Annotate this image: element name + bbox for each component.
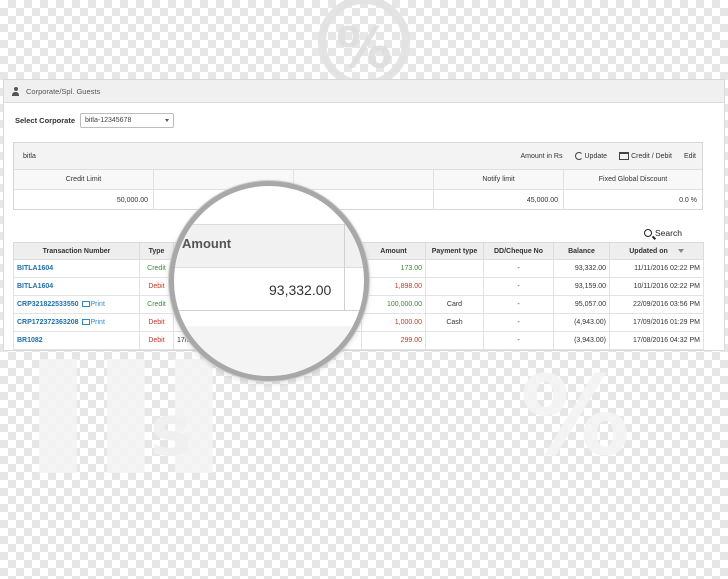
limits-header: Notify limit (434, 170, 564, 190)
txn-cell: BITLA1604 (13, 277, 140, 296)
cheque-cell: - (483, 277, 554, 296)
corporate-select-value: bitla-12345678 (85, 117, 132, 124)
bars-watermark: ▌▌▌ (40, 360, 249, 472)
cheque-cell: - (483, 259, 554, 278)
magnified-background (174, 326, 364, 376)
amount-in-label: Amount in Rs (520, 152, 563, 160)
search-button[interactable]: Search (644, 228, 682, 238)
column-header[interactable]: DD/Cheque No (483, 242, 554, 260)
limits-value: 50,000.00 (14, 190, 154, 210)
type-cell: Debit (139, 331, 174, 350)
user-icon (11, 86, 20, 96)
chevron-down-icon (165, 119, 170, 122)
corporate-selector-row: Select Corporate bitla-12345678 (15, 113, 175, 128)
print-link[interactable]: Print (81, 301, 105, 308)
print-link[interactable]: Print (81, 319, 105, 326)
percent-badge-watermark: % (318, 0, 410, 88)
txn-cell: CRP172372363208 Print (13, 313, 140, 332)
printer-icon (81, 319, 90, 326)
cheque-cell: - (483, 331, 554, 350)
limits-value: 0.0 % (679, 196, 697, 204)
txn-link[interactable]: CRP172372363208 (17, 319, 79, 326)
print-label: Print (90, 319, 105, 326)
payment-type-cell (425, 277, 484, 296)
balance-cell: (3,943.00) (553, 331, 610, 350)
balance-cell: (4,943.00) (553, 313, 610, 332)
search-label: Search (655, 228, 682, 238)
amount-cell: 299.00 (361, 331, 426, 350)
percent-watermark: % (520, 352, 631, 480)
corporate-guests-panel: Corporate/Spl. Guests Select Corporate b… (3, 79, 725, 381)
column-header[interactable]: Balance (553, 242, 610, 260)
amount-cell: 173.00 (361, 259, 426, 278)
update-button[interactable]: Update (574, 152, 608, 160)
updated-on-cell: 10/11/2016 02:22 PM (609, 277, 704, 296)
txn-link[interactable]: CRP321822533550 (17, 301, 79, 308)
credit-debit-label: Credit / Debit (631, 152, 672, 160)
limits-header: Fixed Global Discount (564, 170, 702, 190)
magnified-divider (344, 224, 345, 310)
magnified-amount-value: 93,332.00 (269, 282, 332, 298)
updated-on-cell: 11/11/2016 02:22 PM (609, 259, 704, 278)
txn-cell: BR1082 (13, 331, 140, 350)
txn-link[interactable]: BITLA1604 (17, 265, 53, 272)
payment-type-cell: Card (425, 295, 484, 314)
column-header-label: Updated on (629, 247, 668, 255)
limits-header: Credit Limit (14, 170, 154, 190)
payment-type-cell (425, 259, 484, 278)
balance-cell: 93,159.00 (553, 277, 610, 296)
txn-link[interactable]: BR1082 (17, 337, 43, 344)
credit-debit-button[interactable]: Credit / Debit (619, 152, 672, 160)
type-cell: Credit (139, 295, 174, 314)
panel-header: Corporate/Spl. Guests (4, 80, 724, 103)
search-icon (644, 229, 652, 237)
column-header[interactable]: Type (139, 242, 174, 260)
column-header[interactable]: Amount (361, 242, 426, 260)
magnified-divider (174, 310, 364, 311)
payment-type-cell: Cash (425, 313, 484, 332)
limits-toolbar: bitla Amount in Rs Update Credit / Debit… (14, 143, 702, 170)
updated-on-cell: 17/08/2016 04:32 PM (609, 331, 704, 350)
amount-cell: 1,898.00 (361, 277, 426, 296)
corporate-select[interactable]: bitla-12345678 (80, 113, 175, 128)
updated-on-cell: 17/09/2016 01:29 PM (609, 313, 704, 332)
txn-cell: BITLA1604 (13, 259, 140, 278)
payment-type-cell (425, 331, 484, 350)
column-header[interactable]: Payment type (425, 242, 484, 260)
amount-cell: 1,000.00 (361, 313, 426, 332)
magnified-amount-label: Amount (182, 236, 232, 251)
limits-value: 45,000.00 (434, 190, 564, 210)
select-corporate-label: Select Corporate (15, 116, 76, 125)
balance-cell: 93,332.00 (553, 259, 610, 278)
print-label: Print (90, 301, 105, 308)
column-header[interactable]: Transaction Number (13, 242, 140, 260)
txn-link[interactable]: BITLA1604 (17, 283, 53, 290)
credit-card-icon (619, 152, 630, 160)
update-label: Update (584, 152, 608, 160)
balance-cell: 95,057.00 (553, 295, 610, 314)
type-cell: Debit (139, 313, 174, 332)
sort-icon (677, 248, 684, 253)
txn-cell: CRP321822533550 Print (13, 295, 140, 314)
column-header-updated[interactable]: Updated on (609, 242, 704, 260)
magnifier-lens: Amount 93,332.00 (169, 181, 369, 381)
org-name: bitla (23, 152, 36, 160)
amount-cell: 100,000.00 (361, 295, 426, 314)
printer-icon (81, 301, 90, 308)
refresh-icon (574, 152, 583, 160)
edit-button[interactable]: Edit (684, 153, 696, 160)
s-watermark: s (150, 390, 192, 472)
panel-title: Corporate/Spl. Guests (26, 86, 101, 96)
updated-on-cell: 22/09/2016 03:56 PM (609, 295, 704, 314)
cheque-cell: - (483, 313, 554, 332)
cheque-cell: - (483, 295, 554, 314)
